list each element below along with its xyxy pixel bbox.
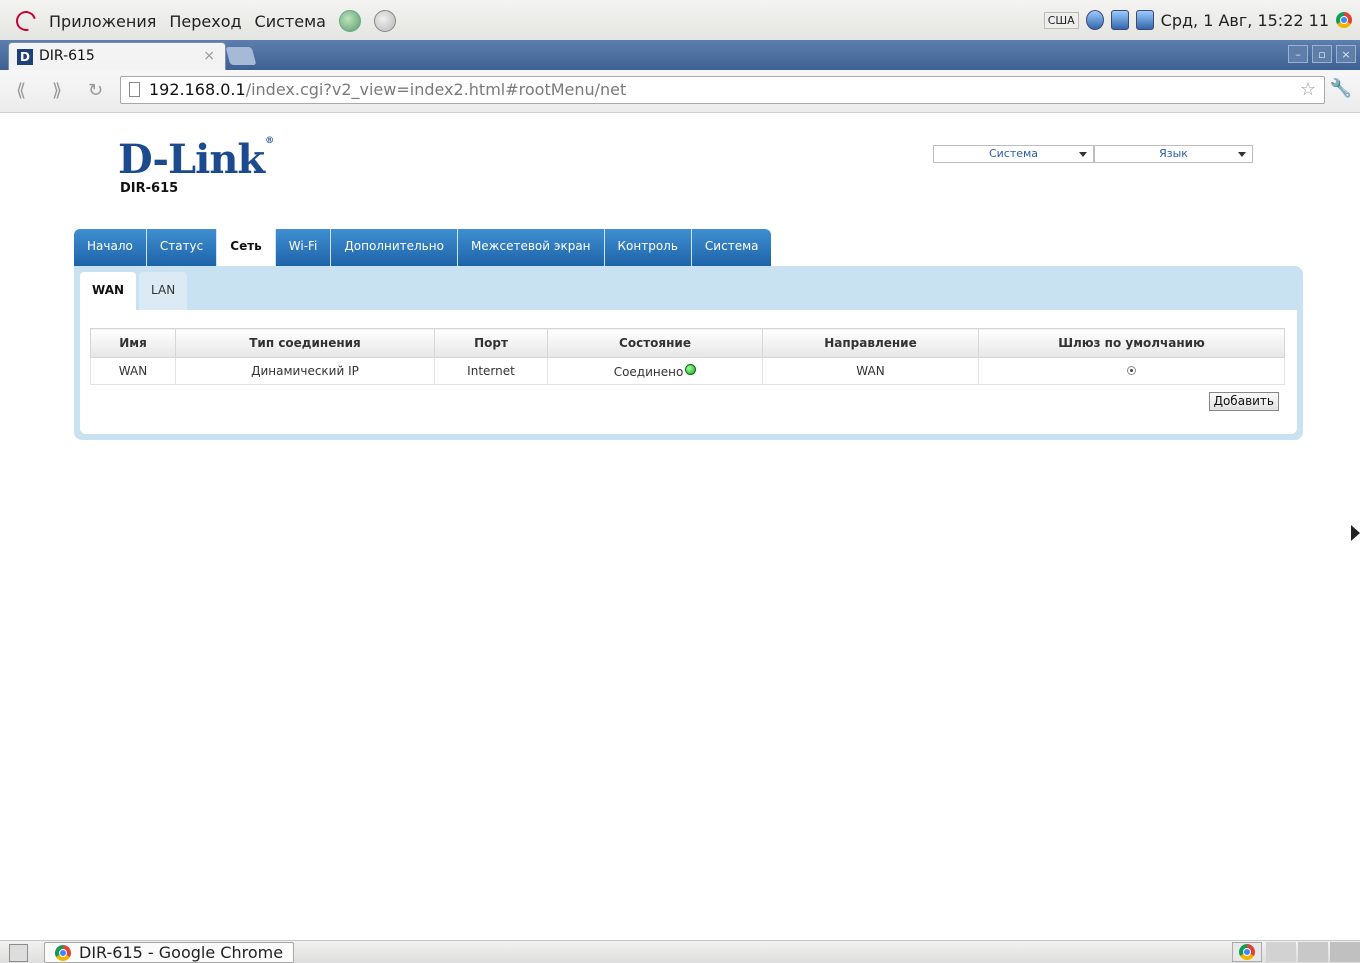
table-row[interactable]: WAN Динамический IP Internet Соединено W… bbox=[90, 357, 1285, 385]
language-select[interactable]: Язык bbox=[1094, 145, 1253, 163]
chevron-down-icon bbox=[1238, 152, 1246, 157]
chrome-icon bbox=[55, 945, 71, 961]
workspace-2[interactable] bbox=[1266, 942, 1296, 962]
cell-state: Соединено bbox=[547, 357, 763, 385]
menu-applications[interactable]: Приложения bbox=[49, 12, 156, 31]
system-select[interactable]: Система bbox=[933, 145, 1094, 163]
taskbar-window-button[interactable]: DIR-615 - Google Chrome bbox=[44, 942, 294, 963]
url-text: 192.168.0.1/index.cgi?v2_view=index2.htm… bbox=[149, 80, 627, 99]
default-gateway-radio[interactable] bbox=[1127, 366, 1136, 375]
workspace-4[interactable] bbox=[1330, 942, 1360, 962]
menu-system[interactable]: Система bbox=[255, 12, 326, 31]
show-desktop-icon[interactable] bbox=[9, 944, 28, 962]
update-icon[interactable] bbox=[338, 10, 361, 32]
browser-tab-strip: D DIR-615 × – ▫ × bbox=[0, 40, 1360, 70]
tab-close-icon[interactable]: × bbox=[203, 48, 215, 64]
debian-logo-icon[interactable] bbox=[12, 7, 40, 35]
search-tray-icon[interactable] bbox=[1110, 10, 1129, 30]
add-button[interactable]: Добавить bbox=[1208, 392, 1279, 411]
tab-system[interactable]: Система bbox=[691, 229, 772, 266]
model-label: DIR-615 bbox=[120, 181, 179, 196]
maximize-button[interactable]: ▫ bbox=[1312, 45, 1332, 63]
main-nav: Начало Статус Сеть Wi-Fi Дополнительно М… bbox=[74, 229, 772, 266]
cell-name: WAN bbox=[90, 357, 176, 385]
cell-default-gateway bbox=[978, 357, 1285, 385]
clock[interactable]: Срд, 1 Авг, 15:22 11 bbox=[1161, 11, 1329, 30]
workspace-3[interactable] bbox=[1298, 942, 1328, 962]
tab-firewall[interactable]: Межсетевой экран bbox=[457, 229, 605, 266]
page-icon bbox=[129, 82, 140, 97]
cell-direction: WAN bbox=[762, 357, 979, 385]
close-window-button[interactable]: × bbox=[1336, 45, 1356, 63]
sub-nav: WAN LAN bbox=[80, 272, 188, 310]
header-name: Имя bbox=[90, 328, 176, 358]
tab-network[interactable]: Сеть bbox=[217, 229, 276, 266]
header-port: Порт bbox=[434, 328, 548, 358]
cell-port: Internet bbox=[434, 357, 548, 385]
forward-icon[interactable]: ⟫ bbox=[52, 80, 62, 101]
launcher-icon[interactable] bbox=[373, 10, 396, 32]
header-default-gateway: Шлюз по умолчанию bbox=[978, 328, 1285, 358]
tab-advanced[interactable]: Дополнительно bbox=[331, 229, 458, 266]
dlink-favicon-icon: D bbox=[17, 49, 33, 65]
taskbar-window-label: DIR-615 - Google Chrome bbox=[79, 943, 284, 962]
new-tab-button[interactable] bbox=[225, 47, 257, 65]
keyboard-layout-indicator[interactable]: США bbox=[1043, 11, 1079, 29]
battery-icon[interactable] bbox=[1135, 10, 1154, 30]
connections-table: Имя Тип соединения Порт Состояние Направ… bbox=[90, 328, 1285, 385]
tab-control[interactable]: Контроль bbox=[604, 229, 692, 266]
tab-title: DIR-615 bbox=[39, 48, 95, 64]
address-bar[interactable]: 192.168.0.1/index.cgi?v2_view=index2.htm… bbox=[120, 76, 1325, 104]
top-panel: Приложения Переход Система США Срд, 1 Ав… bbox=[0, 0, 1360, 41]
tab-start[interactable]: Начало bbox=[74, 229, 147, 266]
bluetooth-icon[interactable] bbox=[1085, 10, 1104, 30]
back-icon[interactable]: ⟪ bbox=[16, 80, 26, 101]
bottom-panel: DIR-615 - Google Chrome bbox=[0, 940, 1360, 963]
mouse-cursor-icon bbox=[1351, 525, 1360, 541]
dlink-logo: D-Link® bbox=[118, 136, 274, 183]
menu-places[interactable]: Переход bbox=[169, 12, 241, 31]
browser-toolbar: ⟪ ⟫ ↻ 192.168.0.1/index.cgi?v2_view=inde… bbox=[0, 70, 1360, 113]
wrench-menu-icon[interactable]: 🔧 bbox=[1330, 78, 1352, 99]
tab-wifi[interactable]: Wi-Fi bbox=[275, 229, 332, 266]
connected-status-icon bbox=[685, 363, 697, 375]
chrome-workspace-icon bbox=[1239, 944, 1255, 960]
minimize-button[interactable]: – bbox=[1288, 45, 1308, 63]
wan-content: Имя Тип соединения Порт Состояние Направ… bbox=[80, 310, 1297, 434]
cell-connection-type: Динамический IP bbox=[175, 357, 435, 385]
header-connection-type: Тип соединения bbox=[175, 328, 435, 358]
header-direction: Направление bbox=[762, 328, 979, 358]
network-panel: WAN LAN Имя Тип соединения Порт Состояни… bbox=[74, 266, 1303, 440]
chrome-tray-icon[interactable] bbox=[1336, 12, 1352, 28]
subtab-wan[interactable]: WAN bbox=[80, 272, 137, 310]
browser-tab[interactable]: D DIR-615 × bbox=[8, 42, 226, 70]
tab-status[interactable]: Статус bbox=[146, 229, 218, 266]
bookmark-star-icon[interactable]: ☆ bbox=[1300, 79, 1316, 100]
subtab-lan[interactable]: LAN bbox=[139, 272, 188, 310]
header-state: Состояние bbox=[547, 328, 763, 358]
chevron-down-icon bbox=[1079, 152, 1087, 157]
workspace-1[interactable] bbox=[1232, 942, 1262, 962]
reload-icon[interactable]: ↻ bbox=[88, 80, 103, 101]
